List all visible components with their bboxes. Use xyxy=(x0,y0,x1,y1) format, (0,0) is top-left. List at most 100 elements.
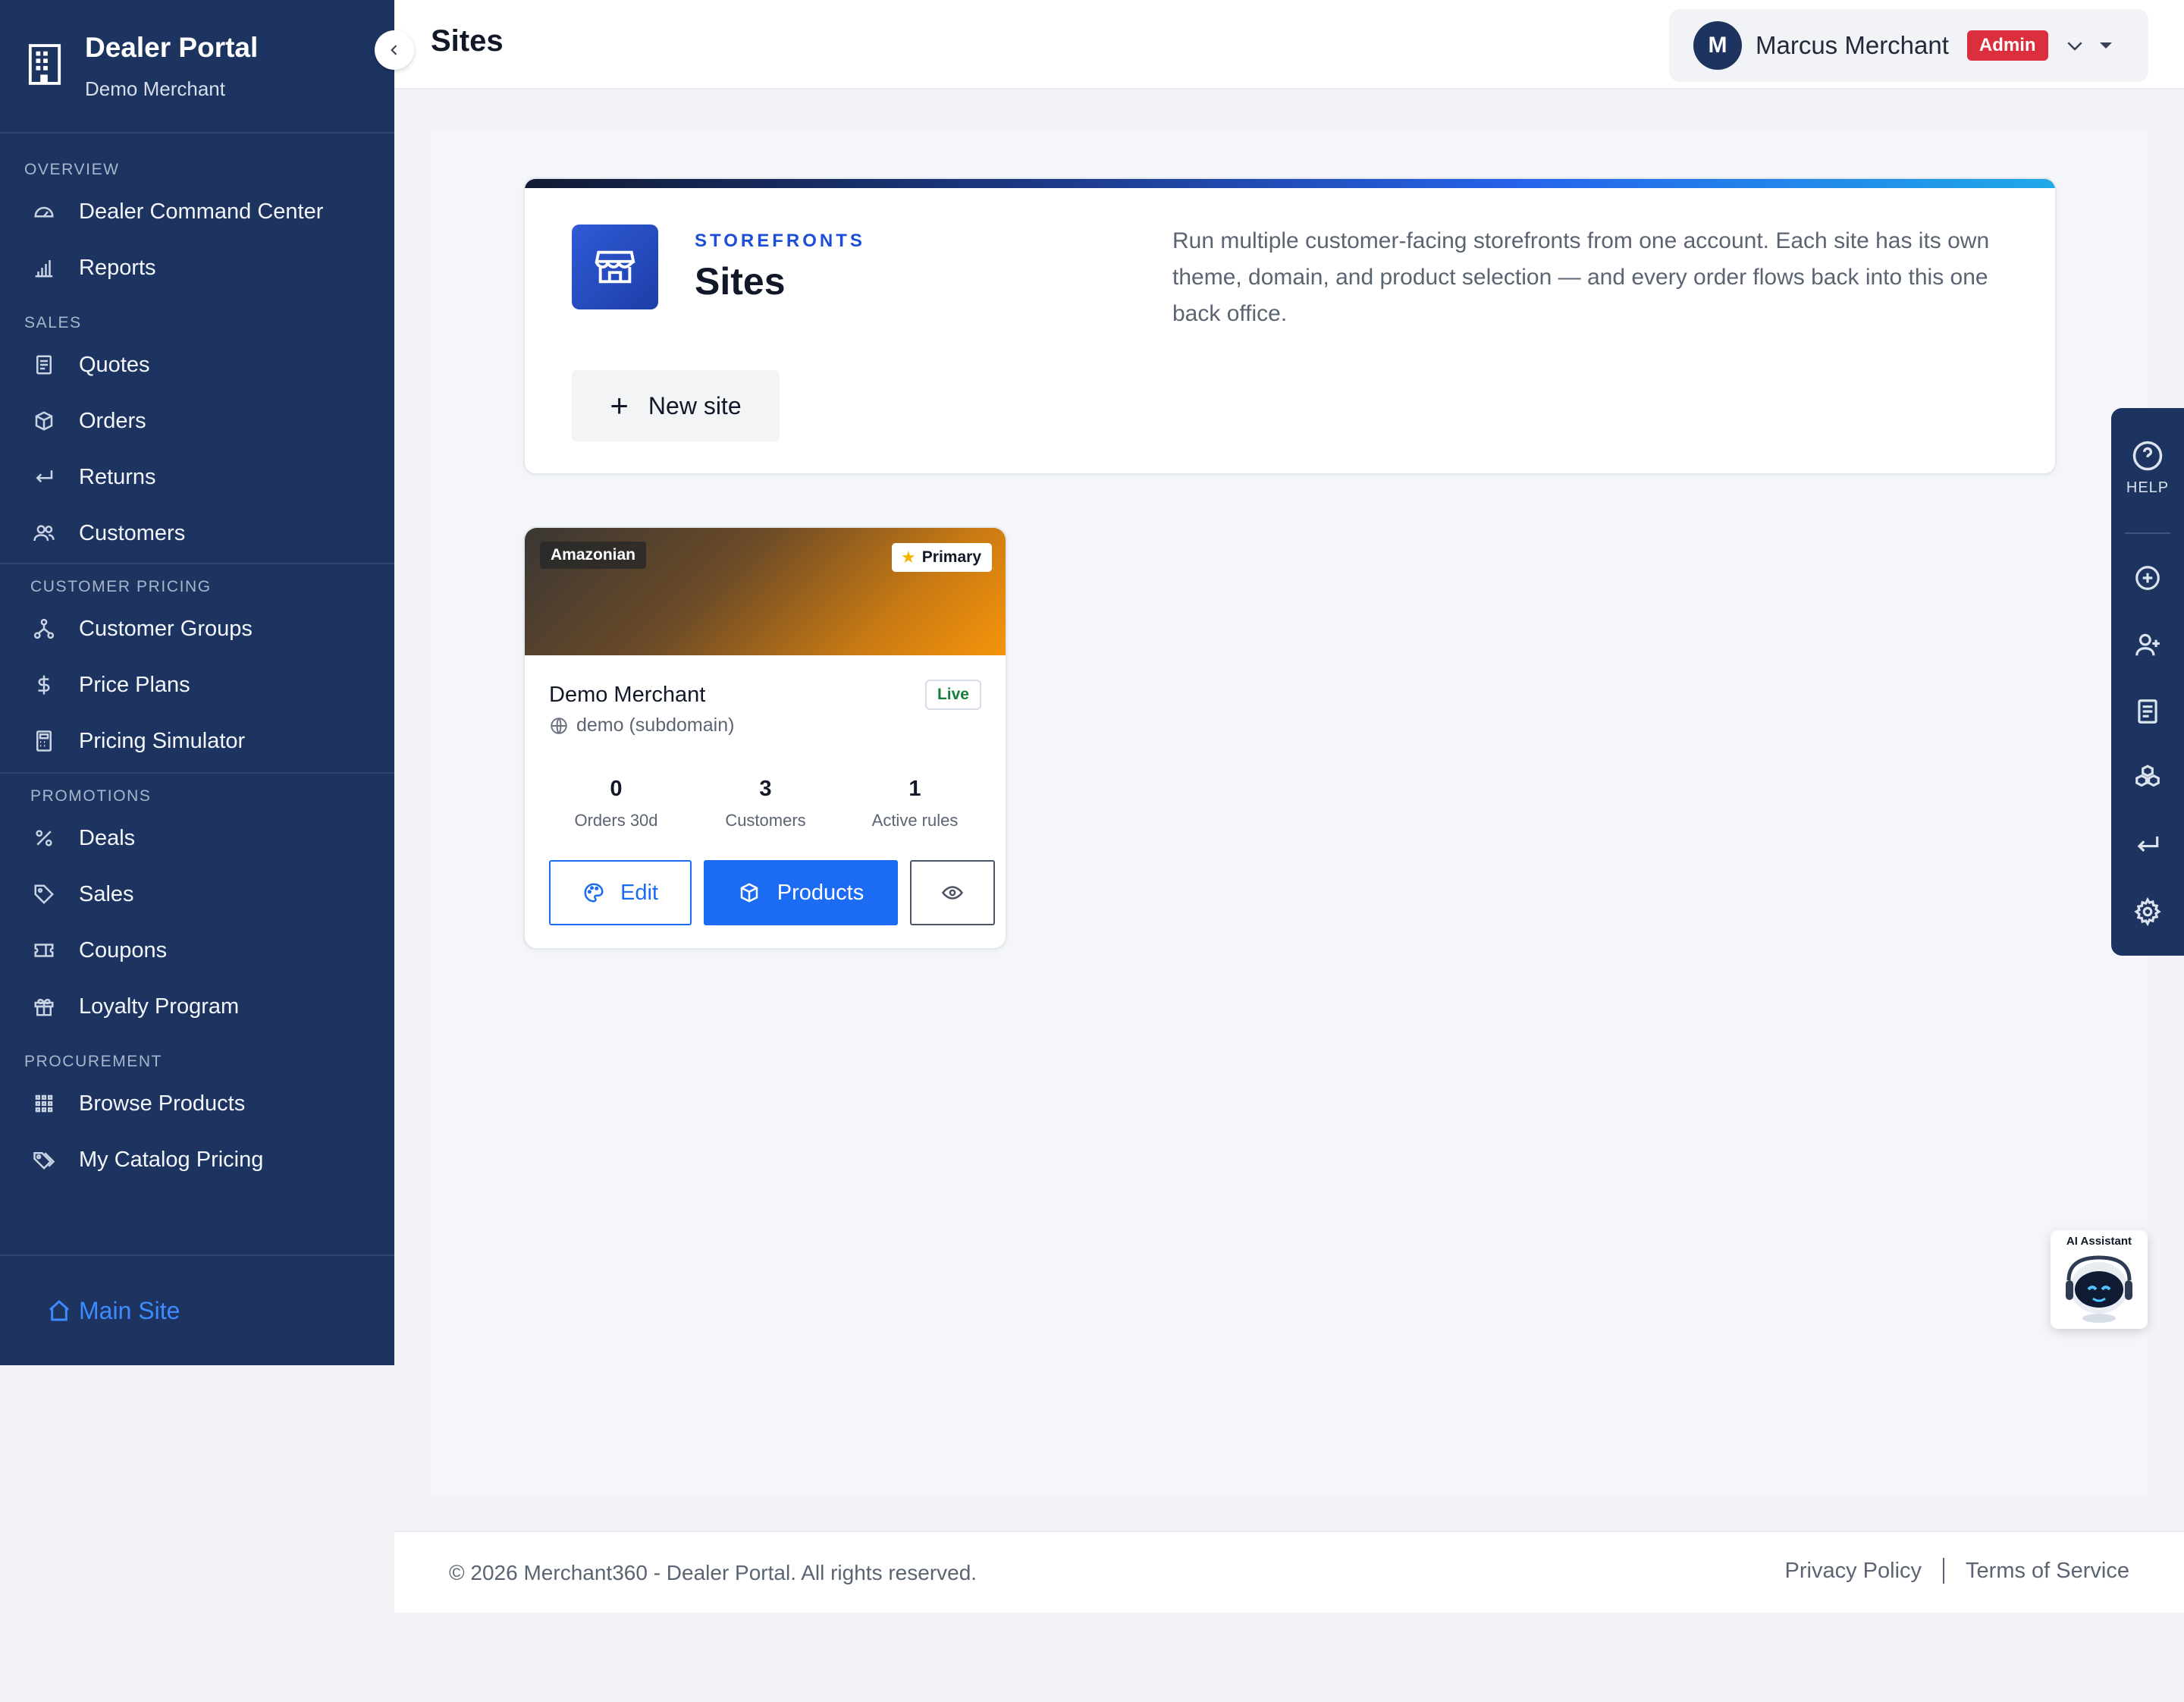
user-menu[interactable]: M Marcus Merchant Admin xyxy=(1669,9,2148,82)
box-icon xyxy=(740,883,758,903)
robot-icon xyxy=(2066,1255,2132,1323)
sidebar-item-returns[interactable]: Returns xyxy=(0,449,394,505)
building-icon xyxy=(28,44,61,85)
sidebar-item-label: Quotes xyxy=(79,352,150,377)
palette-icon xyxy=(584,883,604,903)
theme-tag: Amazonian xyxy=(540,542,647,569)
chevron-down-icon xyxy=(2066,42,2082,51)
rail-divider xyxy=(2125,532,2170,534)
stat-value: 1 xyxy=(908,777,921,801)
sidebar-item-reports[interactable]: Reports xyxy=(0,240,394,296)
help-label: HELP xyxy=(2126,479,2170,496)
tags-icon xyxy=(32,1148,56,1172)
sidebar-item-label: Browse Products xyxy=(79,1091,246,1116)
sidebar-item-label: Dealer Command Center xyxy=(79,199,324,224)
sidebar-item-browse-products[interactable]: Browse Products xyxy=(0,1076,394,1132)
nav-section-customer-pricing: CUSTOMER PRICING xyxy=(30,578,212,595)
box-icon xyxy=(32,409,56,433)
site-domain: demo (subdomain) xyxy=(549,714,734,736)
user-name: Marcus Merchant xyxy=(1756,31,1949,59)
home-icon xyxy=(49,1300,69,1321)
terms-of-service-link[interactable]: Terms of Service xyxy=(1966,1559,2129,1584)
sidebar-item-coupons[interactable]: Coupons xyxy=(0,922,394,978)
nav-section-procurement: PROCUREMENT xyxy=(24,1053,163,1070)
sidebar-item-label: Sales xyxy=(79,881,134,906)
main-site-link[interactable]: Main Site xyxy=(47,1297,180,1325)
sidebar-item-quotes[interactable]: Quotes xyxy=(0,337,394,393)
brand: Dealer Portal Demo Merchant xyxy=(0,0,394,133)
grid-icon xyxy=(32,1091,56,1116)
copyright-text: © 2026 Merchant360 - Dealer Portal. All … xyxy=(449,1561,977,1584)
sidebar-item-orders[interactable]: Orders xyxy=(0,393,394,449)
sidebar-item-customer-groups[interactable]: Customer Groups xyxy=(0,601,394,657)
sidebar-item-pricing-simulator[interactable]: Pricing Simulator xyxy=(0,713,394,769)
help-button[interactable]: HELP xyxy=(2111,440,2184,497)
site-theme-banner: Amazonian ★ Primary xyxy=(525,528,1006,655)
hero-gradient-bar xyxy=(525,179,2055,188)
user-plus-icon xyxy=(2135,633,2160,656)
privacy-policy-link[interactable]: Privacy Policy xyxy=(1785,1559,1922,1584)
new-site-label: New site xyxy=(648,391,742,419)
site-products-button[interactable]: Products xyxy=(704,860,898,925)
site-actions: Edit Products xyxy=(549,860,995,925)
add-user-button[interactable] xyxy=(2129,626,2166,663)
settings-button[interactable] xyxy=(2129,893,2166,930)
add-button[interactable] xyxy=(2129,560,2166,596)
sidebar-item-label: Customer Groups xyxy=(79,616,253,641)
stat-customers: 3 Customers xyxy=(691,777,840,831)
new-site-button[interactable]: + New site xyxy=(572,370,780,441)
hero-title: Sites xyxy=(695,260,786,303)
gift-icon xyxy=(32,994,56,1019)
sidebar-item-label: My Catalog Pricing xyxy=(79,1147,264,1172)
brand-title: Dealer Portal xyxy=(85,32,259,63)
sidebar-item-label: Coupons xyxy=(79,937,168,962)
sidebar-item-price-plans[interactable]: Price Plans xyxy=(0,657,394,713)
sidebar-collapse-button[interactable] xyxy=(375,30,414,70)
footer-links: Privacy Policy Terms of Service xyxy=(1785,1558,2129,1584)
stat-value: 0 xyxy=(610,777,623,801)
returns-rail-button[interactable] xyxy=(2129,827,2166,863)
eye-icon xyxy=(941,886,964,900)
return-arrow-icon xyxy=(2137,836,2159,853)
storefront-icon xyxy=(572,225,658,309)
site-stats: 0 Orders 30d 3 Customers 1 Active rules xyxy=(525,777,1006,831)
sidebar-item-deals[interactable]: Deals xyxy=(0,810,394,866)
dollar-icon xyxy=(32,673,56,697)
sidebar-item-sales[interactable]: Sales xyxy=(0,866,394,922)
sidebar-item-label: Returns xyxy=(79,464,156,489)
status-badge: Live xyxy=(924,680,981,710)
site-card: Amazonian ★ Primary Demo Merchant Live d… xyxy=(523,526,1007,950)
preview-site-button[interactable] xyxy=(910,860,995,925)
bar-chart-icon xyxy=(32,256,56,280)
edit-site-button[interactable]: Edit xyxy=(549,860,692,925)
help-circle-icon xyxy=(2132,441,2163,471)
site-domain-text: demo (subdomain) xyxy=(576,714,735,736)
sidebar-item-my-catalog-pricing[interactable]: My Catalog Pricing xyxy=(0,1132,394,1188)
sidebar-footer: Main Site xyxy=(0,1255,394,1365)
document-icon xyxy=(32,353,56,377)
plus-circle-icon xyxy=(2135,566,2160,590)
sidebar-item-customers[interactable]: Customers xyxy=(0,505,394,561)
sidebar-item-dealer-command-center[interactable]: Dealer Command Center xyxy=(0,184,394,240)
stat-label: Active rules xyxy=(871,811,959,830)
sidebar-item-loyalty-program[interactable]: Loyalty Program xyxy=(0,978,394,1035)
stat-orders: 0 Orders 30d xyxy=(541,777,691,831)
products-label: Products xyxy=(777,880,864,905)
people-icon xyxy=(32,521,56,545)
nav-section-promotions: PROMOTIONS xyxy=(30,787,152,805)
star-icon: ★ xyxy=(901,548,916,567)
percent-icon xyxy=(32,826,56,850)
nav-section-sales: SALES xyxy=(24,314,82,331)
avatar: M xyxy=(1693,21,1742,70)
ai-assistant-button[interactable]: AI Assistant xyxy=(2051,1230,2148,1329)
sidebar-item-label: Customers xyxy=(79,520,186,545)
products-rail-button[interactable] xyxy=(2129,760,2166,796)
stat-label: Customers xyxy=(725,811,806,830)
stat-active-rules: 1 Active rules xyxy=(840,777,990,831)
app-root: Dealer Portal Demo Merchant OVERVIEW Dea… xyxy=(0,0,2184,1702)
sidebar-item-label: Deals xyxy=(79,825,136,850)
boxes-icon xyxy=(2135,765,2160,787)
new-quote-button[interactable] xyxy=(2129,693,2166,730)
tag-icon xyxy=(32,882,56,906)
top-header: Sites M Marcus Merchant Admin xyxy=(394,0,2184,89)
